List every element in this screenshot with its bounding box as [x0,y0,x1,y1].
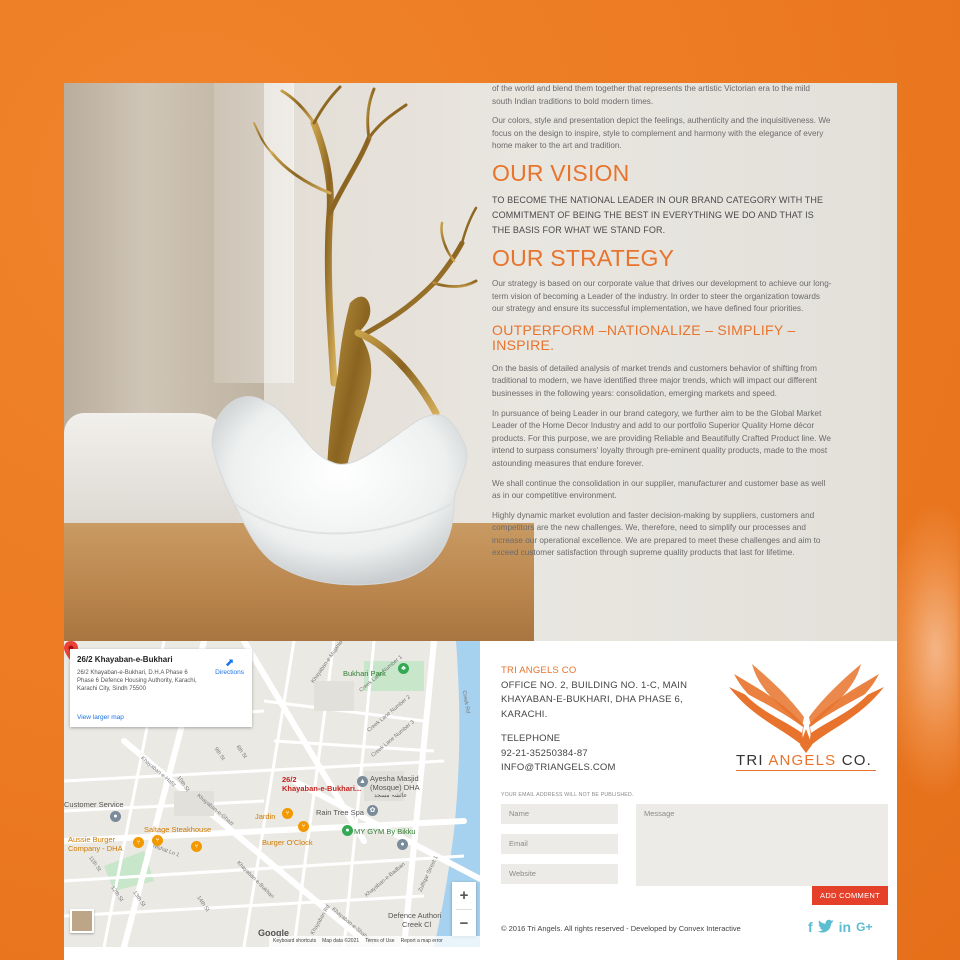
logo-word-co: CO. [836,752,873,769]
keyboard-shortcuts-link[interactable]: Keyboard shortcuts [273,936,316,947]
sculpture-image [211,85,478,586]
restaurant-icon[interactable]: ⑂ [152,835,163,846]
about-text: of the world and blend them together tha… [492,83,832,567]
report-error-link[interactable]: Report a map error [401,936,443,947]
company-logo: TRI ANGELS CO. [724,659,889,774]
restaurant-icon[interactable]: ⑂ [282,808,293,819]
poi-label-defence-2[interactable]: Creek Cl [402,920,431,929]
about-hero: of the world and blend them together tha… [64,83,897,641]
add-comment-button[interactable]: ADD COMMENT [812,886,888,905]
address-line-3: KARACHI. [501,708,548,720]
pin-label-line-2: Khayaban-e-Bukhari... [282,784,362,793]
logo-word-tri: TRI [736,752,769,769]
logo-underline [736,770,876,771]
google-plus-icon[interactable]: G+ [856,919,872,935]
zoom-out-button[interactable]: − [452,910,476,937]
poi-label-masjid-2[interactable]: (Mosque) DHA [370,783,420,792]
strategy-paragraph-3: We shall continue the consolidation in o… [492,478,826,501]
map-place-address: 26/2 Khayaban-e-Bukhari, D.H.A Phase 6 P… [77,670,197,692]
intro-tail-text: of the world and blend them together tha… [492,84,810,106]
company-name: TRI ANGELS CO [501,665,577,676]
pin-label-line-1: 26/2 [282,775,297,784]
poi-label-burger-oclock[interactable]: Burger O'Clock [262,838,313,847]
map-data-text: Map data ©2021 [322,938,360,944]
strategy-paragraph-2: In pursuance of being Leader in our bran… [492,408,831,468]
intro-colors-text: Our colors, style and presentation depic… [492,116,831,151]
strategy-text: Our strategy is based on our corporate v… [492,278,832,314]
restaurant-icon[interactable]: ⑂ [133,837,144,848]
wings-logo-icon [729,664,884,753]
restaurant-icon[interactable]: ⑂ [298,821,309,832]
poi-label-my-gym[interactable]: MY GYM By Bikku [354,827,416,836]
message-textarea[interactable]: Message [636,804,888,886]
contact-info: TRI ANGELS CO OFFICE NO. 2, BUILDING NO.… [501,664,687,776]
restaurant-icon[interactable]: ⑂ [191,841,202,852]
address-line-1: OFFICE NO. 2, BUILDING NO. 1-C, MAIN [501,679,688,691]
telephone-label: TELEPHONE [501,733,561,744]
poi-label-aussie[interactable]: Aussie Burger [68,835,115,844]
poi-label-saltage[interactable]: Saltage Steakhouse [144,825,211,834]
terms-link[interactable]: Terms of Use [365,936,394,947]
mosque-icon[interactable]: ▲ [357,776,368,787]
strategy-paragraph-1: On the basis of detailed analysis of mar… [492,363,817,398]
logo-wordmark: TRI ANGELS CO. [736,752,872,769]
poi-label-masjid[interactable]: Ayesha Masjid [370,774,419,783]
poi-label-aussie-2[interactable]: Company - DHA [68,844,123,853]
map-info-card: 26/2 Khayaban-e-Bukhari 26/2 Khayaban-e-… [70,649,252,727]
zoom-controls: + − [452,882,476,936]
pegman-icon[interactable] [70,909,94,933]
poi-label-rain-tree[interactable]: Rain Tree Spa [316,808,364,817]
facebook-icon[interactable]: f [808,919,813,935]
park-icon[interactable]: ♣ [398,663,409,674]
contact-section: TRI ANGELS CO OFFICE NO. 2, BUILDING NO.… [480,641,897,947]
social-links: f in G+ [808,919,872,935]
view-larger-map-link[interactable]: View larger map [77,714,124,721]
telephone-number[interactable]: 92-21-35250384-87 [501,747,687,762]
strategy-heading: OUR STRATEGY [492,244,675,271]
name-input[interactable]: Name [501,804,618,824]
priorities-heading: OUTPERFORM –NATIONALIZE – SIMPLIFY – INS… [492,321,796,353]
location-icon[interactable]: ● [110,811,121,822]
gym-icon[interactable]: ● [342,825,353,836]
logo-word-angels: ANGELS [768,752,837,769]
copyright-text: © 2016 Tri Angels. All rights reserved -… [501,924,741,933]
directions-label: Directions [215,669,244,676]
vision-heading: OUR VISION [492,159,630,186]
address-line-2: KHAYABAN-E-BUKHARI, DHA PHASE 6, [501,694,683,705]
strategy-paragraph-4: Highly dynamic market evolution and fast… [492,510,821,558]
zoom-in-button[interactable]: + [452,882,476,909]
website-input[interactable]: Website [501,864,618,884]
directions-button[interactable]: ⬈ Directions [215,657,244,676]
email-notice: YOUR EMAIL ADDRESS WILL NOT BE PUBLISHED… [501,792,634,798]
map-footer: Keyboard shortcuts Map data ©2021 Terms … [269,936,480,947]
linkedin-icon[interactable]: in [839,919,851,935]
email-input[interactable]: Email [501,834,618,854]
embedded-map[interactable]: Khayaban-e-Mujahid 8th St 9th St 10th St… [64,641,480,947]
vision-text: TO BECOME THE NATIONAL LEADER IN OUR BRA… [492,194,824,235]
email-link[interactable]: INFO@TRIANGELS.COM [501,761,687,776]
page-frame: of the world and blend them together tha… [64,83,897,960]
poi-label-bukhari-park[interactable]: Bukhari Park [343,669,386,678]
poi-label-defence[interactable]: Defence Authori [388,911,441,920]
poi-label-jardin[interactable]: Jardin [255,812,275,821]
directions-icon: ⬈ [224,657,235,669]
location-icon[interactable]: ● [397,839,408,850]
poi-label-customer-service[interactable]: Customer Service [64,800,124,809]
spa-icon[interactable]: ✿ [367,805,378,816]
twitter-icon[interactable] [817,919,834,935]
poi-label-masjid-urdu: عائشہ مسجد [374,793,408,799]
